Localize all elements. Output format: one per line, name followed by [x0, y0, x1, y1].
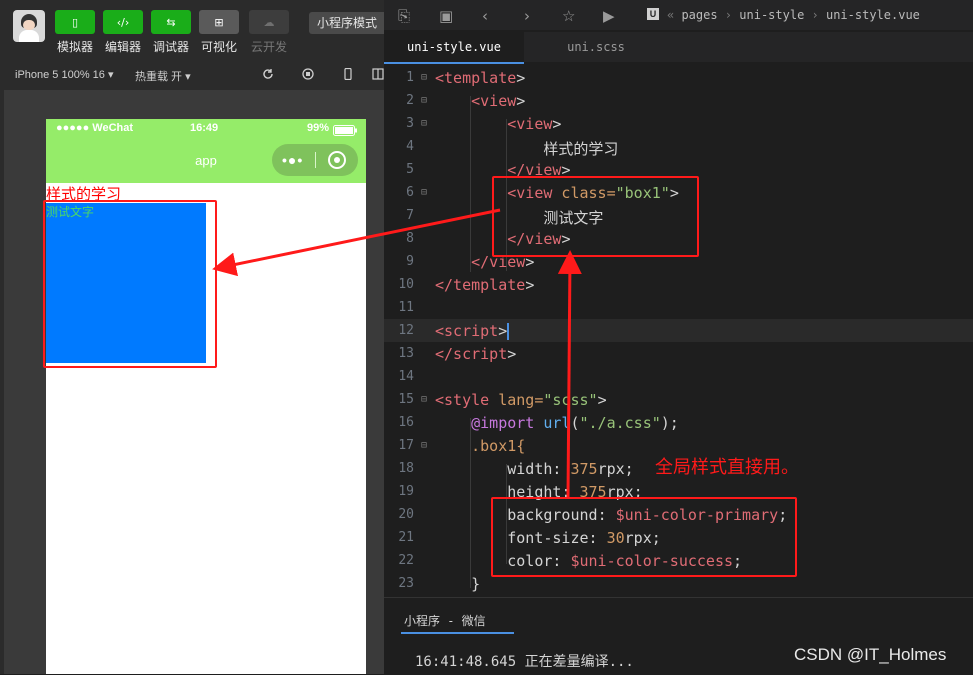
arrow-to-simulator: [212, 208, 501, 277]
arrow-to-template: [557, 250, 582, 498]
watermark: CSDN @IT_Holmes: [794, 645, 947, 664]
annotation-arrows: [212, 208, 582, 498]
